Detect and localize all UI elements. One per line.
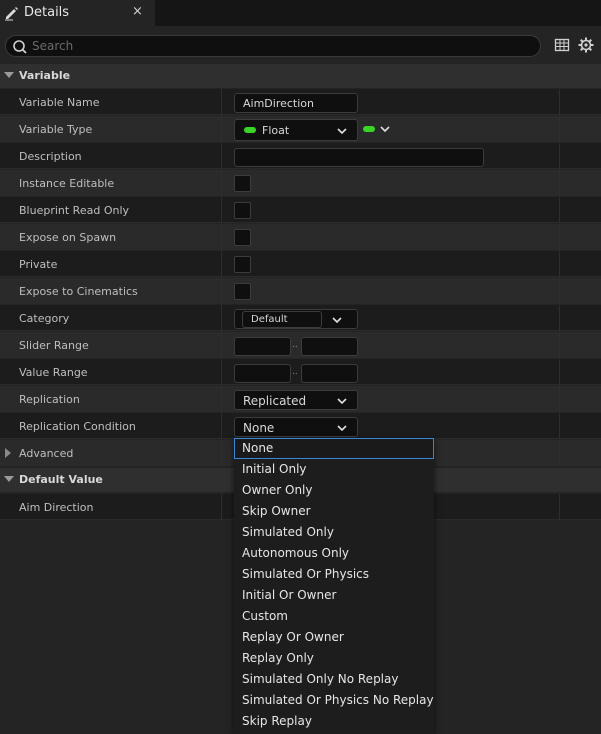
menu-item-simulated-or-physics-no-replay[interactable]: Simulated Or Physics No Replay (234, 690, 434, 711)
menu-item-custom[interactable]: Custom (234, 606, 434, 627)
menu-item-owner-only[interactable]: Owner Only (234, 480, 434, 501)
row-value-range: Value Range .. (0, 359, 601, 385)
section-variable[interactable]: Variable (0, 64, 601, 88)
collapse-arrow-icon (4, 72, 14, 78)
category-label: Category (19, 312, 70, 325)
aim-direction-label: Aim Direction (19, 501, 94, 514)
float-type-pill-icon (244, 127, 256, 133)
container-type-pill-icon[interactable] (363, 126, 375, 132)
row-expose-to-cinematics: Expose to Cinematics (0, 278, 601, 304)
row-expose-on-spawn: Expose on Spawn (0, 224, 601, 250)
section-title: Variable (19, 69, 71, 82)
private-checkbox[interactable] (234, 256, 251, 273)
instance-editable-label: Instance Editable (19, 177, 115, 190)
expose-on-spawn-label: Expose on Spawn (19, 231, 117, 244)
slider-range-label: Slider Range (19, 339, 89, 352)
variable-name-input[interactable]: AimDirection (234, 93, 358, 113)
row-instance-editable: Instance Editable (0, 170, 601, 196)
row-variable-type: Variable Type Float (0, 116, 601, 142)
slider-range-min-input[interactable] (234, 337, 291, 356)
search-bar (0, 26, 601, 64)
replication-condition-label: Replication Condition (19, 420, 136, 433)
menu-item-replay-only[interactable]: Replay Only (234, 648, 434, 669)
expand-arrow-icon[interactable] (5, 448, 11, 458)
category-combo[interactable]: Default (234, 309, 358, 329)
description-label: Description (19, 150, 82, 163)
tab-bar: Details × (0, 0, 601, 26)
expose-to-cinematics-checkbox[interactable] (234, 283, 251, 300)
row-blueprint-read-only: Blueprint Read Only (0, 197, 601, 223)
value-range-max-input[interactable] (301, 364, 358, 383)
tab-title: Details (24, 5, 70, 20)
menu-item-initial-or-owner[interactable]: Initial Or Owner (234, 585, 434, 606)
category-input[interactable]: Default (242, 311, 322, 328)
chevron-down-icon[interactable] (332, 317, 342, 323)
row-description: Description (0, 143, 601, 169)
menu-item-simulated-only-no-replay[interactable]: Simulated Only No Replay (234, 669, 434, 690)
row-replication-condition: Replication Condition None (0, 413, 601, 439)
settings-gear-icon[interactable] (578, 37, 594, 53)
replication-label: Replication (19, 393, 80, 406)
value-range-label: Value Range (19, 366, 88, 379)
menu-item-skip-owner[interactable]: Skip Owner (234, 501, 434, 522)
variable-type-dropdown[interactable]: Float (234, 119, 358, 141)
row-category: Category Default (0, 305, 601, 331)
blueprint-read-only-label: Blueprint Read Only (19, 204, 130, 217)
variable-name-label: Variable Name (19, 96, 100, 109)
container-type-chevron-icon[interactable] (380, 126, 390, 132)
menu-item-replay-or-owner[interactable]: Replay Or Owner (234, 627, 434, 648)
menu-item-simulated-only[interactable]: Simulated Only (234, 522, 434, 543)
tab-details[interactable]: Details × (0, 0, 155, 26)
row-variable-name: Variable Name AimDirection (0, 89, 601, 115)
chevron-down-icon (337, 398, 347, 404)
value-range-min-input[interactable] (234, 364, 291, 383)
advanced-label: Advanced (19, 447, 74, 460)
row-replication: Replication Replicated (0, 386, 601, 412)
variable-type-label: Variable Type (19, 123, 93, 136)
replication-dropdown[interactable]: Replicated (234, 390, 358, 410)
collapse-arrow-icon (4, 476, 14, 482)
search-box[interactable] (5, 35, 541, 57)
close-icon[interactable]: × (132, 4, 143, 19)
replication-condition-dropdown[interactable]: None (234, 417, 358, 437)
row-private: Private (0, 251, 601, 277)
chevron-down-icon (337, 425, 347, 431)
menu-item-none[interactable]: None (234, 438, 434, 459)
slider-range-max-input[interactable] (301, 337, 358, 356)
section-title: Default Value (19, 473, 103, 486)
chevron-down-icon (337, 128, 347, 134)
expose-to-cinematics-label: Expose to Cinematics (19, 285, 138, 298)
expose-on-spawn-checkbox[interactable] (234, 229, 251, 246)
menu-item-simulated-or-physics[interactable]: Simulated Or Physics (234, 564, 434, 585)
menu-item-autonomous-only[interactable]: Autonomous Only (234, 543, 434, 564)
description-input[interactable] (234, 148, 484, 167)
menu-item-initial-only[interactable]: Initial Only (234, 459, 434, 480)
menu-item-skip-replay[interactable]: Skip Replay (234, 711, 434, 732)
row-slider-range: Slider Range .. (0, 332, 601, 358)
blueprint-read-only-checkbox[interactable] (234, 202, 251, 219)
search-input[interactable] (32, 38, 532, 54)
instance-editable-checkbox[interactable] (234, 175, 251, 192)
replication-condition-menu: None Initial Only Owner Only Skip Owner Simu… (234, 438, 434, 734)
pencil-icon (4, 5, 20, 21)
table-view-icon[interactable] (554, 37, 570, 53)
private-label: Private (19, 258, 58, 271)
search-icon (12, 39, 28, 55)
